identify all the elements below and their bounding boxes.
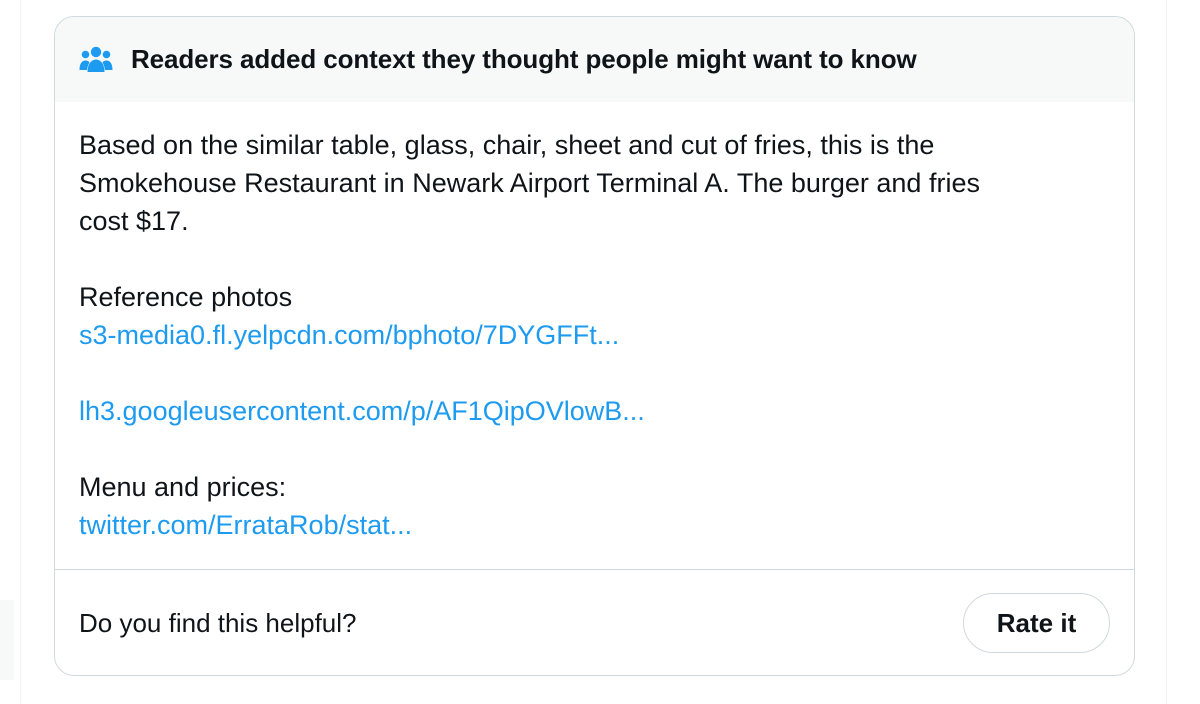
rate-it-button[interactable]: Rate it xyxy=(963,593,1110,653)
note-body: Based on the similar table, glass, chair… xyxy=(55,102,1134,544)
google-photo-link[interactable]: lh3.googleusercontent.com/p/AF1QipOVlowB… xyxy=(79,392,1110,430)
page-left-border xyxy=(0,0,21,704)
left-edge-shade xyxy=(0,600,14,680)
yelp-photo-link[interactable]: s3-media0.fl.yelpcdn.com/bphoto/7DYGFFt.… xyxy=(79,316,1110,354)
note-text-line: Based on the similar table, glass, chair… xyxy=(79,130,935,160)
note-header-title: Readers added context they thought peopl… xyxy=(131,44,917,74)
community-note-card: Readers added context they thought peopl… xyxy=(54,16,1135,676)
twitter-menu-link[interactable]: twitter.com/ErrataRob/stat... xyxy=(79,506,1110,544)
community-note-header: Readers added context they thought peopl… xyxy=(55,17,1134,102)
reference-photos-label: Reference photos xyxy=(79,282,293,312)
note-text-line: Smokehouse Restaurant in Newark Airport … xyxy=(79,168,980,198)
helpful-question: Do you find this helpful? xyxy=(79,607,357,638)
note-text-line: cost $17. xyxy=(79,206,189,236)
note-text: Based on the similar table, glass, chair… xyxy=(79,126,1110,240)
note-footer: Do you find this helpful? Rate it xyxy=(55,569,1134,675)
menu-prices-label: Menu and prices: xyxy=(79,472,287,502)
people-icon-svg xyxy=(79,46,113,72)
people-icon xyxy=(79,45,113,75)
page-right-border xyxy=(1166,0,1167,704)
